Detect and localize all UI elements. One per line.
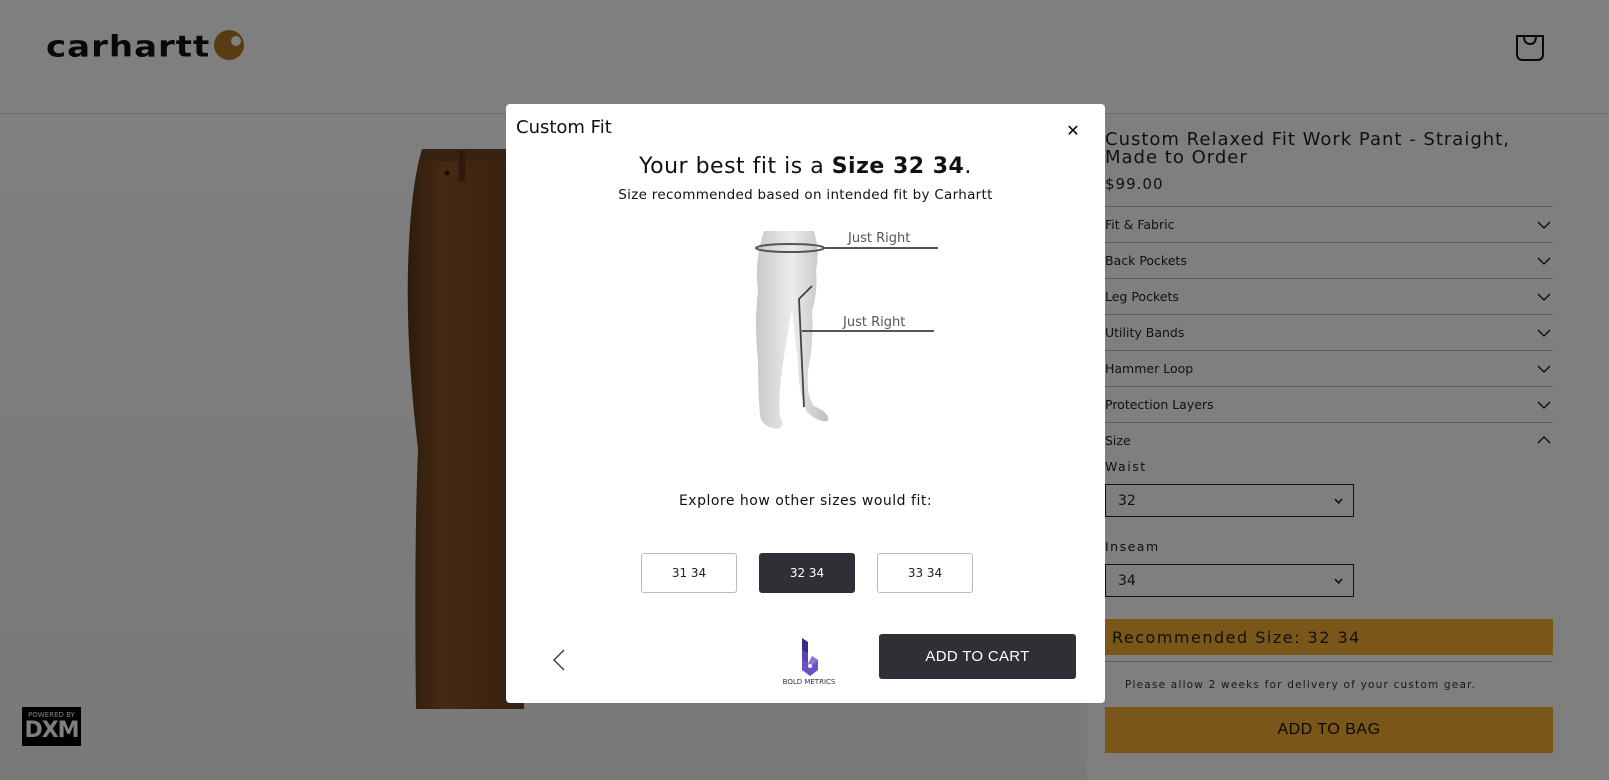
headline-suffix: . [964,154,972,179]
bold-metrics-text: BOLD METRICS [782,678,836,686]
best-fit-headline: Your best fit is a Size 32 34. [506,154,1105,179]
bold-metrics-icon [802,638,818,676]
size-option-33-34[interactable]: 33 34 [877,553,973,593]
recommended-size: Size 32 34 [831,154,965,179]
explore-sizes-label: Explore how other sizes would fit: [678,493,933,509]
bold-metrics-logo: BOLD METRICS [774,638,844,686]
size-options: 31 34 32 34 33 34 [641,553,973,593]
inseam-fit-label: Just Right [843,315,906,330]
body-figure-illustration [755,231,938,429]
headline-prefix: Your best fit is a [639,154,832,179]
custom-fit-modal: Custom Fit ✕ Your best fit is a Size 32 … [506,104,1105,703]
recommendation-subtitle: Size recommended based on intended fit b… [618,187,993,203]
close-icon[interactable]: ✕ [1063,121,1083,141]
fit-figure: Just Right Just Right [742,231,962,447]
size-option-31-34[interactable]: 31 34 [641,553,737,593]
chevron-left-icon[interactable] [550,646,570,674]
add-to-cart-button[interactable]: ADD TO CART [879,634,1076,679]
modal-title: Custom Fit [516,117,612,138]
size-option-32-34[interactable]: 32 34 [759,553,855,593]
waist-fit-label: Just Right [848,231,911,246]
